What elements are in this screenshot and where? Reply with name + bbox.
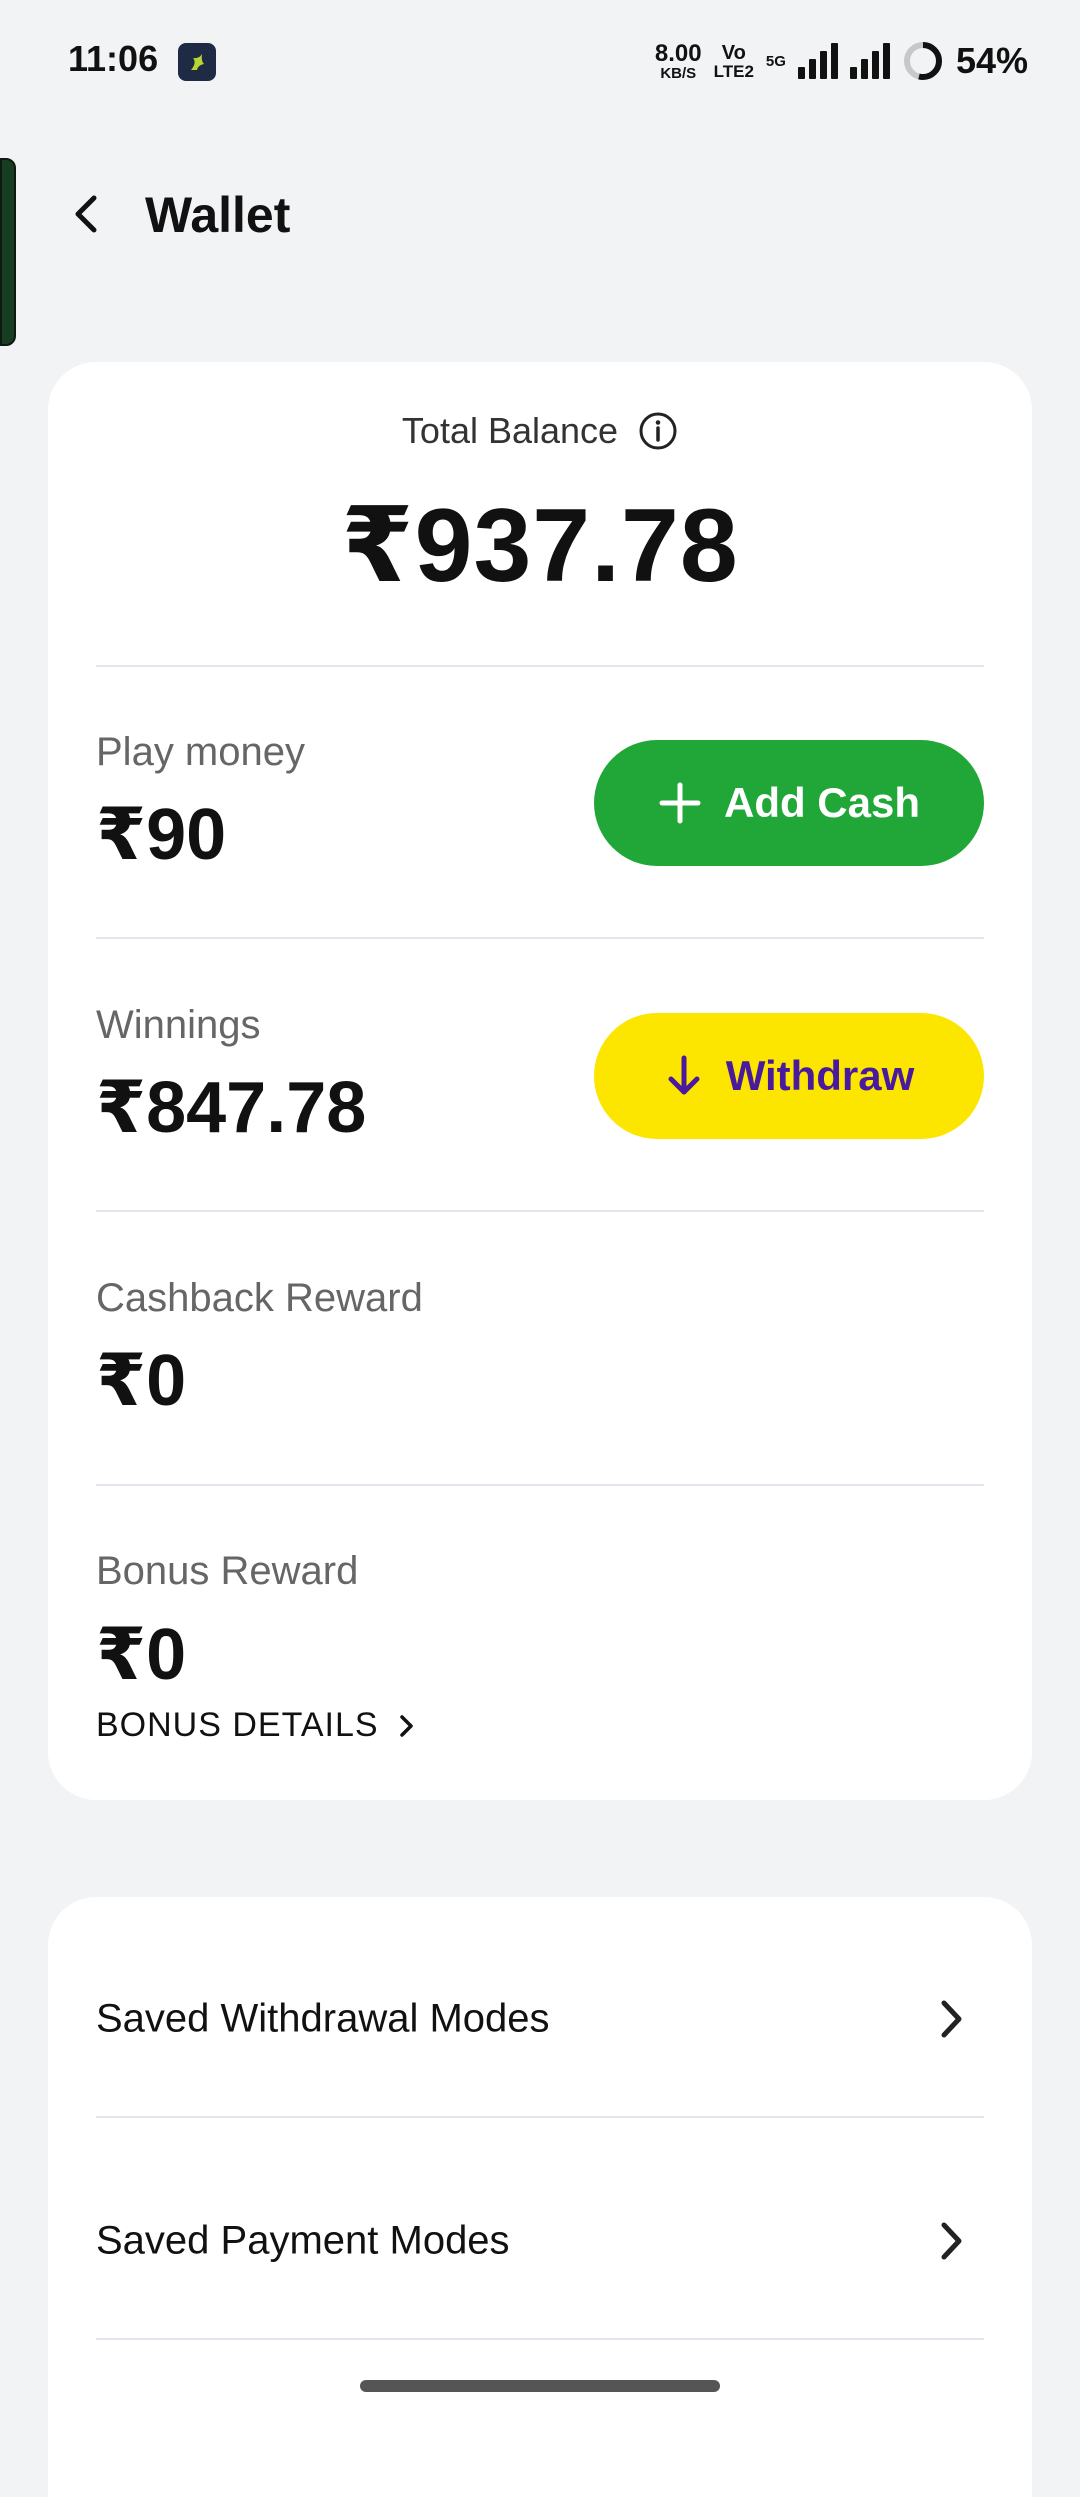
saved-payment-modes-label: Saved Payment Modes (96, 2218, 510, 2263)
volte-label: Vo (721, 41, 746, 64)
app-notification-icon (178, 43, 216, 81)
status-indicators: 8.00 KB/S Vo LTE2 5G 54% (655, 36, 1028, 86)
bonus-reward-amount: ₹0 (96, 1615, 187, 1695)
divider (96, 1210, 984, 1212)
saved-modes-card: Saved Withdrawal Modes Saved Payment Mod… (48, 1897, 1032, 2497)
status-time: 11:06 (68, 38, 159, 79)
bonus-details-link[interactable]: BONUS DETAILS (96, 1706, 417, 1745)
bonus-reward-label: Bonus Reward (96, 1549, 359, 1593)
signal-strength-icon (797, 43, 838, 79)
balance-card: Total Balance ₹937.78 Play money ₹90 Add… (48, 362, 1032, 1800)
saved-withdrawal-modes-label: Saved Withdrawal Modes (96, 1996, 550, 2041)
withdraw-button[interactable]: Withdraw (594, 1013, 984, 1139)
volte-indicator: Vo LTE2 (714, 43, 754, 80)
back-button[interactable] (58, 184, 118, 244)
signal-strength-2-icon (849, 43, 890, 79)
lte-label: LTE2 (713, 61, 754, 81)
add-cash-button[interactable]: Add Cash (594, 740, 984, 866)
withdraw-label: Withdraw (725, 1052, 915, 1099)
total-balance-label: Total Balance (401, 410, 619, 451)
chevron-right-icon (932, 2219, 972, 2263)
status-bar: 11:06 8.00 KB/S Vo LTE2 5G 54% (0, 0, 1080, 124)
winnings-amount: ₹847.78 (96, 1068, 367, 1148)
saved-withdrawal-modes-item[interactable]: Saved Withdrawal Modes (48, 1919, 1032, 2119)
divider (96, 1484, 984, 1486)
divider (96, 937, 984, 939)
battery-icon (902, 40, 944, 82)
bonus-details-label: BONUS DETAILS (96, 1706, 379, 1744)
saved-payment-modes-item[interactable]: Saved Payment Modes (48, 2141, 1032, 2341)
home-indicator[interactable] (360, 2380, 720, 2392)
total-balance-amount: ₹937.78 (341, 488, 739, 604)
chevron-right-icon (399, 1714, 413, 1737)
add-cash-label: Add Cash (723, 779, 920, 826)
cashback-reward-label: Cashback Reward (96, 1276, 423, 1320)
page-header: Wallet (0, 170, 1080, 260)
back-arrow-icon (75, 195, 97, 233)
play-money-label: Play money (96, 730, 305, 774)
arrow-down-icon (668, 1055, 700, 1095)
chevron-right-icon (932, 1997, 972, 2041)
network-speed-value: 8.00 (654, 39, 702, 67)
network-speed: 8.00 KB/S (654, 39, 702, 82)
battery-percent: 54% (955, 40, 1028, 81)
network-type: 5G (765, 52, 786, 70)
network-5g: 5G (766, 54, 786, 69)
play-money-amount: ₹90 (96, 795, 227, 875)
winnings-label: Winnings (96, 1003, 261, 1047)
plus-icon (659, 782, 701, 824)
divider (96, 2116, 984, 2118)
page-title: Wallet (145, 187, 291, 243)
cashback-reward-amount: ₹0 (96, 1341, 187, 1421)
info-icon[interactable] (638, 411, 678, 451)
network-speed-unit: KB/S (660, 64, 697, 82)
divider (96, 665, 984, 667)
total-balance-header: Total Balance (48, 410, 1032, 452)
divider (96, 2338, 984, 2340)
